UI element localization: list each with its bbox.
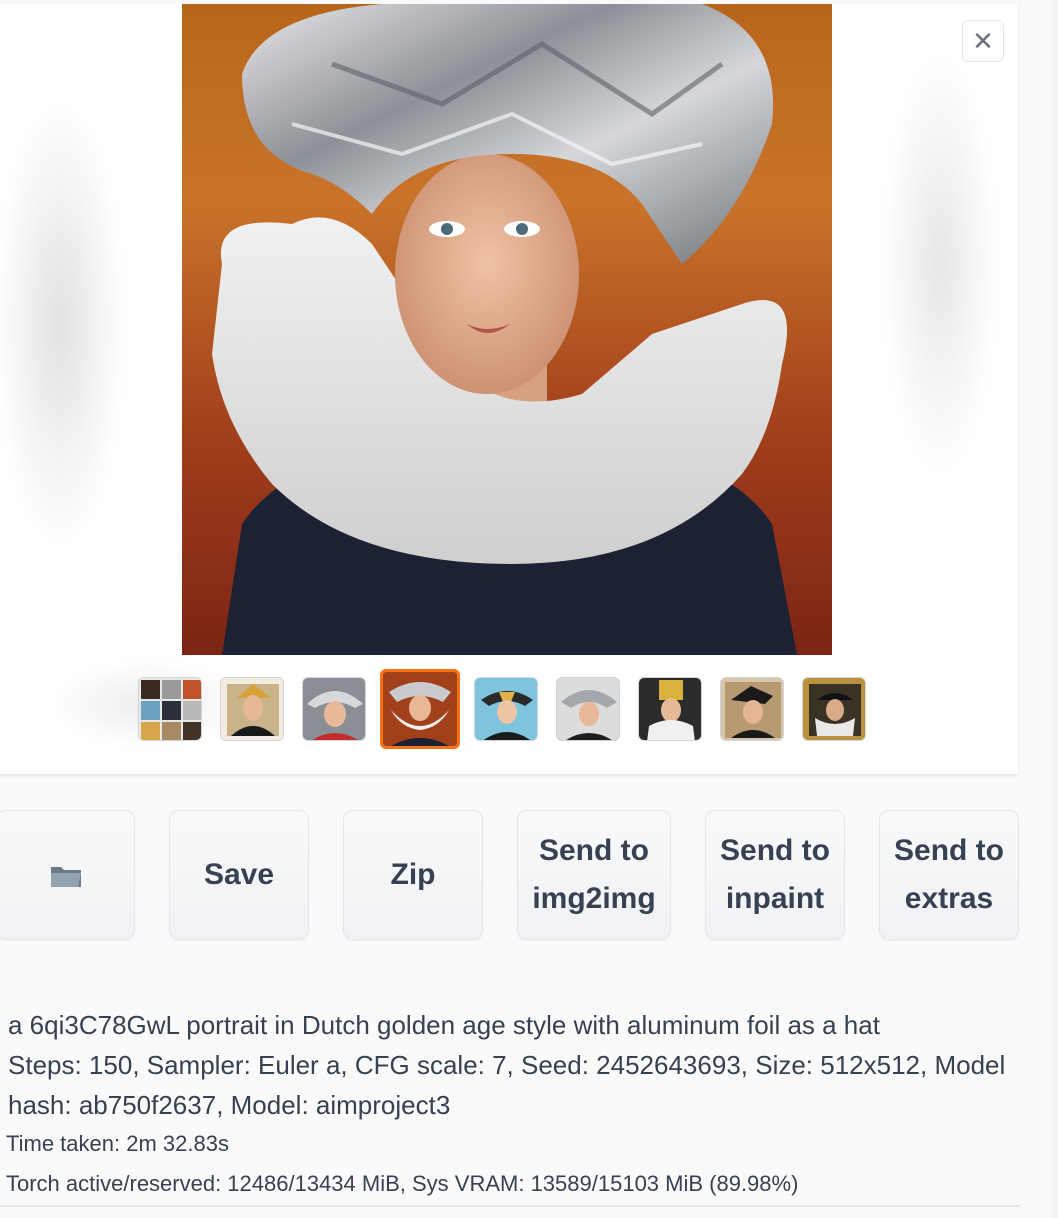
action-button-row: Save Zip Send to img2img Send to inpaint…	[0, 810, 1026, 940]
send-to-inpaint-line1: Send to	[720, 834, 830, 867]
prompt-text: a 6qi3C78GwL portrait in Dutch golden ag…	[8, 1010, 880, 1040]
send-to-extras-line2: extras	[904, 882, 994, 915]
thumbnail-3[interactable]	[302, 677, 366, 741]
send-to-img2img-button[interactable]: Send to img2img	[517, 810, 671, 940]
thumbnail-6[interactable]	[556, 677, 620, 741]
vram-usage: Torch active/reserved: 12486/13434 MiB, …	[6, 1171, 799, 1196]
divider	[0, 1205, 1020, 1207]
thumb-8-art	[721, 678, 783, 740]
send-to-img2img-line1: Send to	[538, 834, 649, 867]
image-gallery: ✕	[0, 4, 1018, 775]
send-to-inpaint-line2: inpaint	[725, 882, 825, 915]
time-taken: Time taken: 2m 32.83s	[6, 1131, 229, 1156]
thumb-9-art	[803, 678, 865, 740]
thumb-7-art	[639, 678, 701, 740]
thumbnail-2[interactable]	[220, 677, 284, 741]
generation-params: Steps: 150, Sampler: Euler a, CFG scale:…	[8, 1050, 1006, 1120]
thumbnail-7[interactable]	[638, 677, 702, 741]
send-to-img2img-line2: img2img	[532, 882, 656, 915]
thumb-6-art	[557, 678, 619, 740]
send-to-inpaint-button[interactable]: Send to inpaint	[705, 810, 845, 940]
send-to-inpaint-label: Send to inpaint	[720, 827, 830, 923]
thumbnail-8[interactable]	[720, 677, 784, 741]
zip-button[interactable]: Zip	[343, 810, 483, 940]
main-image[interactable]	[182, 4, 832, 655]
send-to-img2img-label: Send to img2img	[532, 827, 655, 923]
close-icon: ✕	[972, 26, 994, 56]
open-folder-button[interactable]	[0, 810, 135, 940]
save-button-label: Save	[203, 858, 275, 891]
send-to-extras-label: Send to extras	[894, 827, 1004, 923]
thumb-4-art	[383, 672, 457, 746]
thumbnail-strip	[138, 669, 866, 749]
thumb-5-art	[475, 678, 537, 740]
thumbnail-9[interactable]	[802, 677, 866, 741]
thumbnail-grid[interactable]	[138, 677, 202, 741]
thumb-2-art	[221, 678, 283, 740]
save-button[interactable]: Save	[169, 810, 309, 940]
folder-icon	[50, 867, 81, 887]
thumbnail-5[interactable]	[474, 677, 538, 741]
send-to-extras-button[interactable]: Send to extras	[879, 810, 1019, 940]
thumbnail-4-selected[interactable]	[380, 669, 460, 749]
close-button[interactable]: ✕	[962, 20, 1004, 62]
thumb-3-art	[303, 678, 365, 740]
portrait-illustration	[212, 4, 797, 655]
zip-button-label: Zip	[390, 858, 436, 891]
scrollbar[interactable]	[1052, 0, 1058, 1218]
grid-thumb-art	[139, 678, 201, 740]
send-to-extras-line1: Send to	[894, 834, 1004, 867]
generation-info: a 6qi3C78GwL portrait in Dutch golden ag…	[8, 1005, 1008, 1125]
